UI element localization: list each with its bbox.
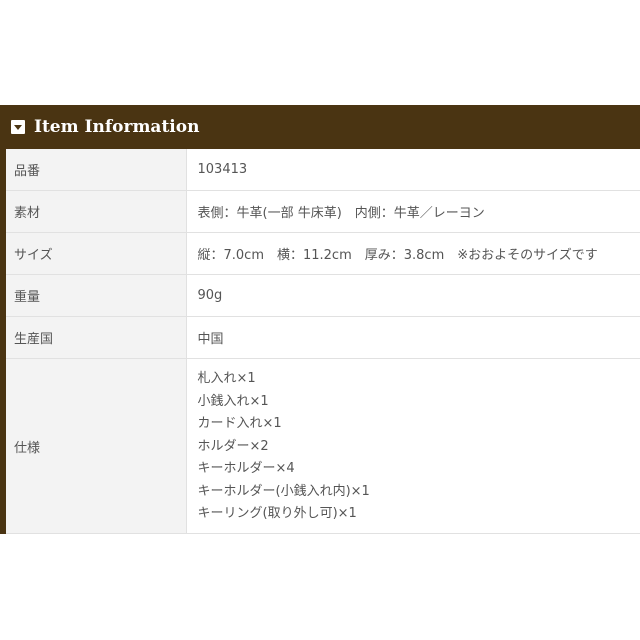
row-label-product-number: 品番 — [6, 149, 187, 191]
section-title: Item Information — [34, 117, 200, 137]
table-row: 品番 103413 — [6, 149, 640, 191]
spec-item: カード入れ×1 — [197, 416, 282, 432]
spec-item: 札入れ×1 — [197, 371, 256, 387]
row-value-country: 中国 — [186, 316, 640, 359]
dropdown-toggle-icon[interactable] — [11, 120, 25, 134]
spec-item: キーホルダー(小銭入れ内)×1 — [197, 483, 370, 499]
table-row: 生産国 中国 — [6, 316, 640, 359]
row-value-weight: 90g — [186, 274, 640, 317]
row-label-material: 素材 — [6, 190, 187, 233]
table-row: 重量 90g — [6, 274, 640, 317]
spec-item: 小銭入れ×1 — [197, 393, 269, 409]
spec-item: ホルダー×2 — [197, 438, 269, 454]
row-value-product-number: 103413 — [186, 149, 640, 191]
table-row: 素材 表側：牛革(一部 牛床革) 内側：牛革／レーヨン — [6, 190, 640, 233]
item-spec-table: 品番 103413 素材 表側：牛革(一部 牛床革) 内側：牛革／レーヨン サイ… — [6, 149, 640, 534]
row-label-size: サイズ — [6, 232, 187, 275]
spec-item: キーホルダー×4 — [197, 461, 295, 477]
row-value-material: 表側：牛革(一部 牛床革) 内側：牛革／レーヨン — [186, 190, 640, 233]
table-row: サイズ 縦：7.0cm 横：11.2cm 厚み：3.8cm ※おおよそのサイズで… — [6, 232, 640, 275]
section-header[interactable]: Item Information — [0, 105, 640, 149]
row-value-size: 縦：7.0cm 横：11.2cm 厚み：3.8cm ※おおよそのサイズです — [186, 232, 640, 275]
row-label-weight: 重量 — [6, 274, 187, 317]
row-label-country: 生産国 — [6, 316, 187, 359]
table-row: 仕様 札入れ×1 小銭入れ×1 カード入れ×1 ホルダー×2 キーホルダー×4 … — [6, 358, 640, 534]
row-label-spec: 仕様 — [6, 358, 187, 534]
spec-item: キーリング(取り外し可)×1 — [197, 506, 357, 522]
row-value-spec: 札入れ×1 小銭入れ×1 カード入れ×1 ホルダー×2 キーホルダー×4 キーホ… — [186, 358, 640, 534]
item-information-section: Item Information 品番 103413 素材 表側：牛革(一部 牛… — [0, 105, 640, 534]
